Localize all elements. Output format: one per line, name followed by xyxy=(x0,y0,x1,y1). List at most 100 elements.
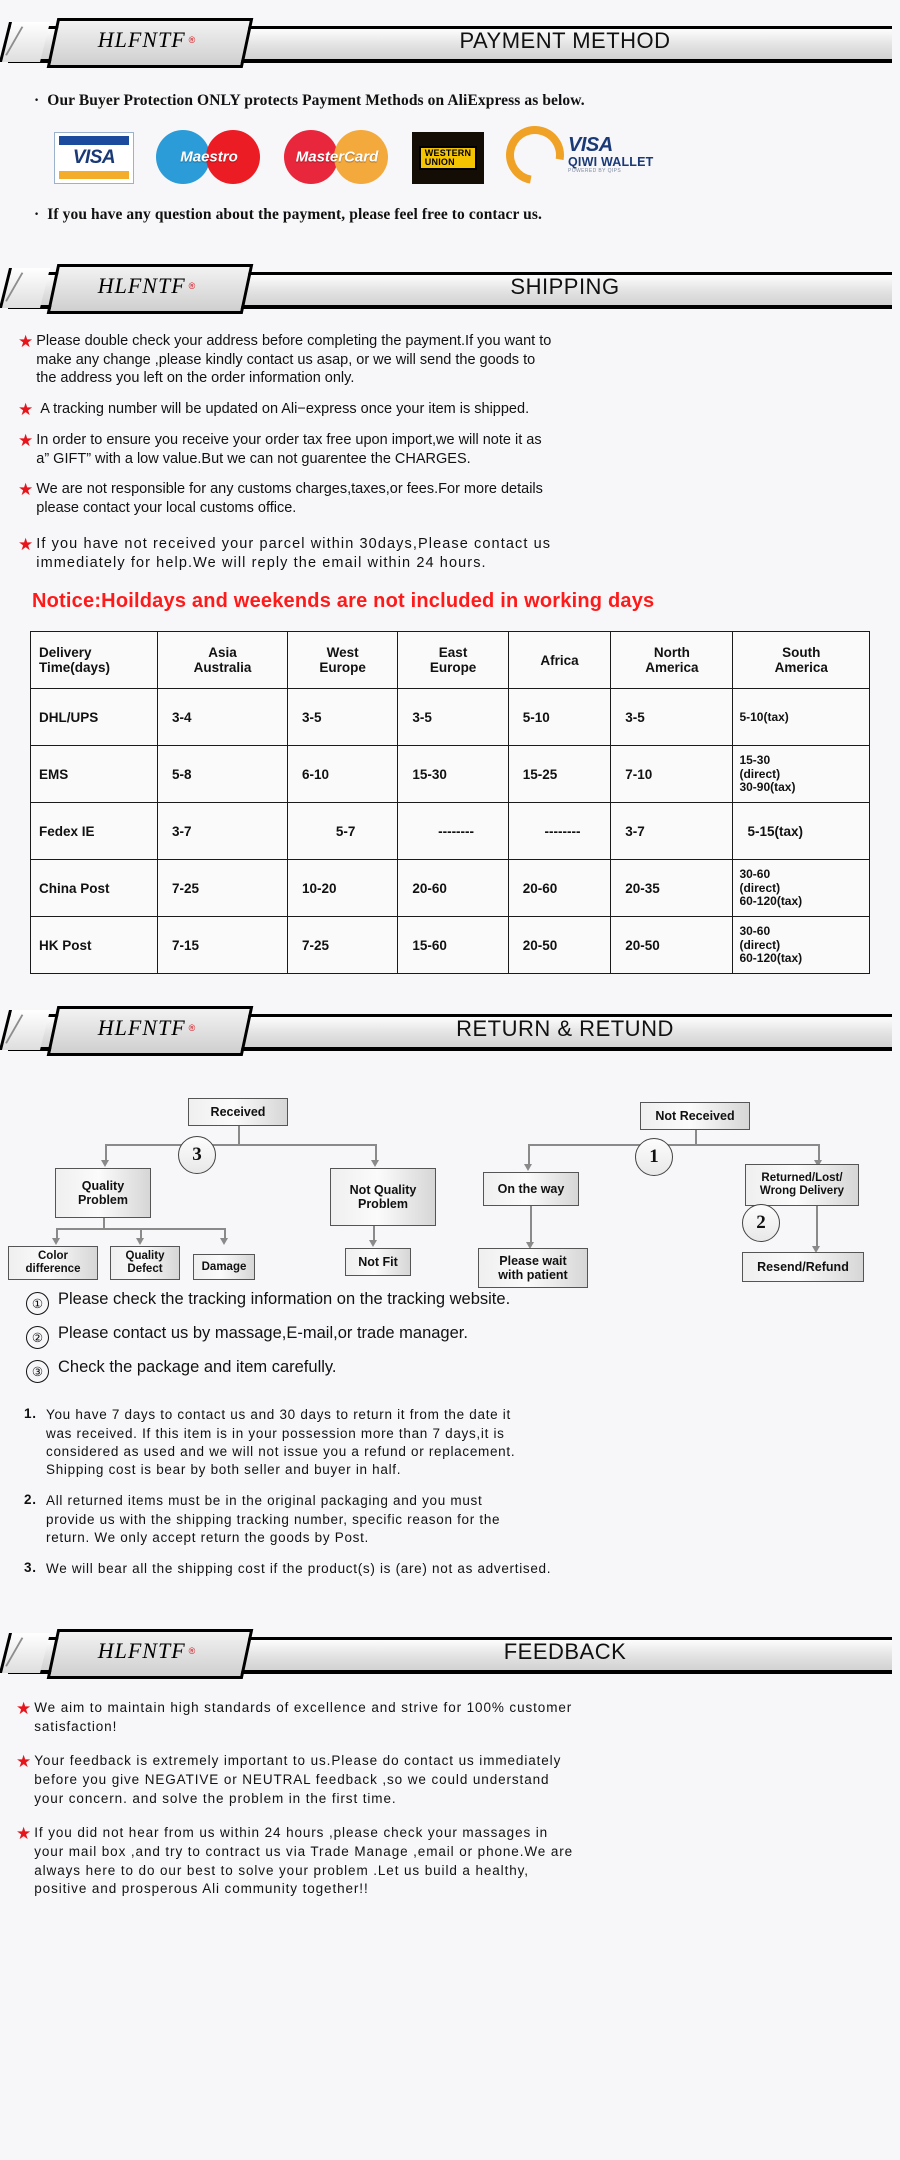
table-header-row: Delivery Time(days) Asia Australia West … xyxy=(30,631,870,690)
flow-connector xyxy=(103,1218,105,1229)
star-icon: ★ xyxy=(18,399,34,419)
return-note-text: Please contact us by massage,E-mail,or t… xyxy=(58,1324,468,1343)
return-policy-item: 2. All returned items must be in the ori… xyxy=(24,1492,878,1547)
return-policy-item: 3. We will bear all the shipping cost if… xyxy=(24,1560,878,1578)
cell-value: 3-4 xyxy=(157,688,288,747)
flow-node-please-wait: Please wait with patient xyxy=(478,1248,588,1289)
section-banner-return: HLFNTF ® RETURN & RETUND xyxy=(0,1000,900,1058)
registered-trademark-icon: ® xyxy=(188,1646,197,1657)
shipping-bullet-spaced: ★ If you have not received your parcel w… xyxy=(18,535,876,572)
flow-arrow-icon xyxy=(524,1164,532,1172)
maestro-logo: Maestro xyxy=(156,130,262,184)
shipping-notice: Notice:Hoildays and weekends are not inc… xyxy=(32,590,655,613)
flow-connector xyxy=(818,1144,820,1161)
section-title-return: RETURN & RETUND xyxy=(456,1016,674,1042)
return-policy-text: We will bear all the shipping cost if th… xyxy=(46,1561,552,1576)
return-note-text: Please check the tracking information on… xyxy=(58,1290,511,1309)
shipping-bullet-text: A tracking number will be updated on Ali… xyxy=(40,400,530,417)
qiwi-ring-icon xyxy=(494,114,576,196)
bullet-dot-icon: · xyxy=(34,92,40,109)
feedback-content: ★ We aim to maintain high standards of e… xyxy=(0,1681,900,1939)
circled-number-3: ③ xyxy=(26,1360,49,1384)
flow-node-quality-problem: Quality Problem xyxy=(55,1168,151,1219)
cell-value: 5-10 xyxy=(507,688,612,747)
mastercard-wordmark: MasterCard xyxy=(295,148,379,166)
flow-arrow-icon xyxy=(52,1238,60,1246)
star-icon: ★ xyxy=(16,1752,32,1772)
cell-value: 15-30 (direct) 30-90(tax) xyxy=(732,745,870,804)
cell-value: 15-25 xyxy=(507,745,612,804)
shipping-bullet: ★ We are not responsible for any customs… xyxy=(18,480,876,517)
feedback-bullet: ★ Your feedback is extremely important t… xyxy=(16,1752,878,1808)
flow-step-circle-2: 2 xyxy=(742,1204,780,1243)
feedback-text: We aim to maintain high standards of exc… xyxy=(34,1700,573,1734)
cell-value: 5-10(tax) xyxy=(732,688,870,747)
star-icon: ★ xyxy=(18,480,34,500)
flow-node-quality-defect: Quality Defect xyxy=(110,1246,180,1281)
cell-value: 7-25 xyxy=(286,916,399,975)
payment-outro-text: If you have any question about the payme… xyxy=(47,206,543,223)
flow-node-damage: Damage xyxy=(193,1254,255,1281)
return-flowchart: Received 3 Quality Problem Not Quality P… xyxy=(0,1076,900,1289)
flow-connector xyxy=(105,1144,107,1161)
flow-connector xyxy=(816,1206,818,1249)
cell-value: 15-30 xyxy=(397,745,509,804)
flow-connector xyxy=(528,1144,818,1147)
payment-logo-row: VISA Maestro MasterCard WESTERN UNION VI… xyxy=(54,114,870,196)
flow-step-circle-1: 1 xyxy=(635,1138,673,1177)
visa-card-logo: VISA xyxy=(54,132,134,184)
flow-connector xyxy=(56,1228,58,1239)
feedback-bullet: ★ We aim to maintain high standards of e… xyxy=(16,1699,878,1736)
payment-intro-text: Our Buyer Protection ONLY protects Payme… xyxy=(47,92,585,109)
section-banner-feedback: HLFNTF ® FEEDBACK xyxy=(0,1623,900,1681)
registered-trademark-icon: ® xyxy=(188,35,197,45)
flow-node-color-difference: Color difference xyxy=(8,1246,98,1281)
shipping-bullet-text: Please double check your address before … xyxy=(36,333,552,387)
cell-value: 7-15 xyxy=(157,916,288,975)
cell-value: 5-15(tax) xyxy=(732,802,870,861)
brand-logo: HLFNTF ® xyxy=(52,264,242,308)
brand-logo: HLFNTF ® xyxy=(52,1006,242,1050)
flow-node-not-fit: Not Fit xyxy=(345,1248,411,1277)
cell-value: 5-8 xyxy=(157,745,288,804)
cell-method: China Post xyxy=(30,859,158,918)
table-row: Fedex IE 3-7 5-7 -------- -------- 3-7 5… xyxy=(30,802,870,861)
flow-arrow-icon xyxy=(371,1160,379,1168)
col-header-north-america: North America xyxy=(610,631,734,690)
flow-connector xyxy=(238,1126,240,1145)
shipping-bullet-text: We are not responsible for any customs c… xyxy=(36,481,543,516)
col-header-west-europe: West Europe xyxy=(286,631,399,690)
bullet-dot-icon: · xyxy=(34,206,40,223)
flow-node-on-the-way: On the way xyxy=(483,1172,579,1207)
cell-value: -------- xyxy=(397,802,509,861)
cell-value: 3-5 xyxy=(286,688,399,747)
return-note: ② Please contact us by massage,E-mail,or… xyxy=(26,1324,880,1350)
return-note-text: Check the package and item carefully. xyxy=(58,1358,337,1377)
brand-name: HLFNTF xyxy=(97,273,186,298)
flow-connector xyxy=(105,1144,375,1147)
col-header-south-america: South America xyxy=(732,631,870,690)
flow-node-returned-lost: Returned/Lost/ Wrong Delivery xyxy=(745,1164,859,1207)
shipping-bullet-text: If you have not received your parcel wit… xyxy=(36,536,552,571)
brand-name: HLFNTF xyxy=(97,1638,186,1664)
cell-value: 30-60 (direct) 60-120(tax) xyxy=(732,916,870,975)
western-union-logo: WESTERN UNION xyxy=(412,132,484,184)
brand-name: HLFNTF xyxy=(97,27,186,52)
return-policy-index: 3. xyxy=(24,1560,37,1575)
product-policy-page: HLFNTF ® PAYMENT METHOD · Our Buyer Protec… xyxy=(0,12,900,1949)
flow-connector xyxy=(695,1130,697,1145)
section-title-shipping: SHIPPING xyxy=(510,274,620,299)
flow-connector xyxy=(140,1228,142,1239)
flow-node-not-quality-problem: Not Quality Problem xyxy=(330,1168,436,1227)
table-row: EMS 5-8 6-10 15-30 15-25 7-10 15-30 (dir… xyxy=(30,745,870,804)
col-header-east-europe: East Europe xyxy=(397,631,509,690)
cell-method: Fedex IE xyxy=(30,802,158,861)
circled-number-1: ① xyxy=(26,1292,49,1316)
visa-wordmark: VISA xyxy=(72,147,116,168)
maestro-wordmark: Maestro xyxy=(180,148,238,166)
payment-outro-line: · If you have any question about the paym… xyxy=(34,206,870,224)
return-note: ① Please check the tracking information … xyxy=(26,1290,880,1316)
flow-connector xyxy=(373,1226,375,1241)
return-policy-item: 1. You have 7 days to contact us and 30 … xyxy=(24,1406,878,1479)
cell-value: 3-7 xyxy=(157,802,288,861)
